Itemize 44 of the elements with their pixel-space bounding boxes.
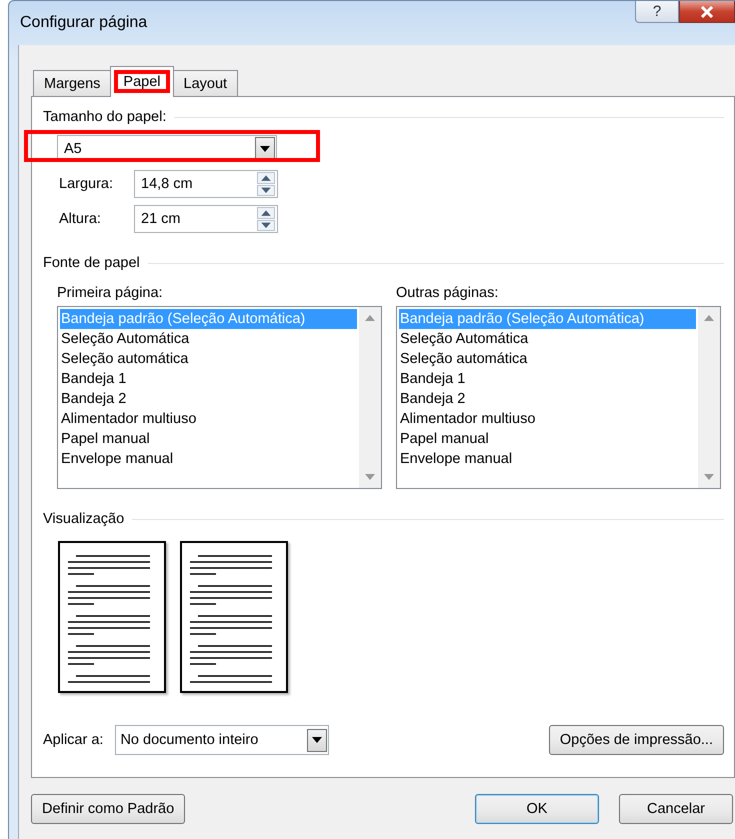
list-item[interactable]: Envelope manual [60,449,357,469]
spin-field[interactable]: 14,8 cm [134,170,278,198]
list-box[interactable]: Bandeja padrão (Seleção Automática) Seleção Automática Seleção automática Bandeja 1 Bandeja 2 Alimentador multiuso Papel manual Envelope manual [396,306,721,489]
close-button[interactable] [679,1,735,23]
dropdown-arrow-icon [260,146,270,152]
list-item[interactable]: Envelope manual [399,449,696,469]
window-title: Configurar página [19,14,148,32]
help-button[interactable]: ? [635,1,679,23]
dropdown-arrow-icon [312,737,322,743]
tab[interactable]: Margens [33,70,112,96]
list-item[interactable]: Bandeja 1 [399,369,696,389]
section-label: Tamanho do papel: [43,109,166,125]
apply-to-dropdown[interactable]: No documento inteiro [115,725,330,755]
list-item[interactable]: Bandeja 2 [399,389,696,409]
list-item[interactable]: Seleção Automática [399,329,696,349]
spin-down-icon[interactable] [257,184,275,196]
close-icon [699,6,715,18]
list-label: Primeira página: [57,285,163,301]
spin-field[interactable]: 21 cm [134,205,278,233]
section-label: Fonte de papel [43,255,140,271]
section-label: Visualização [43,511,124,527]
field-label: Largura: [59,176,114,192]
list-item[interactable]: Seleção automática [60,349,357,369]
dialog-button[interactable]: OK [475,794,599,824]
list-item[interactable]: Seleção Automática [60,329,357,349]
list-item[interactable]: Papel manual [399,429,696,449]
tab[interactable]: Layout [172,70,238,96]
tab[interactable]: Papel [110,66,174,97]
set-default-button[interactable]: Definir como Padrão [31,794,186,824]
list-label: Outras páginas: [396,285,498,301]
field-label: Altura: [59,211,102,227]
list-item[interactable]: Bandeja 2 [60,389,357,409]
list-item[interactable]: Alimentador multiuso [60,409,357,429]
print-options-button[interactable]: Opções de impressão... [548,725,724,755]
list-item[interactable]: Bandeja 1 [60,369,357,389]
list-item[interactable]: Seleção automática [399,349,696,369]
list-item[interactable]: Alimentador multiuso [399,409,696,429]
dialog-button[interactable]: Cancelar [619,794,733,824]
spin-down-icon[interactable] [257,220,275,231]
spin-up-icon[interactable] [257,207,275,218]
spin-up-icon[interactable] [257,172,275,184]
list-box[interactable]: Bandeja padrão (Seleção Automática) Seleção Automática Seleção automática Bandeja 1 Bandeja 2 Alimentador multiuso Papel manual Envelope manual [57,306,382,489]
list-item[interactable]: Papel manual [60,429,357,449]
field-label: Aplicar a: [43,732,104,748]
